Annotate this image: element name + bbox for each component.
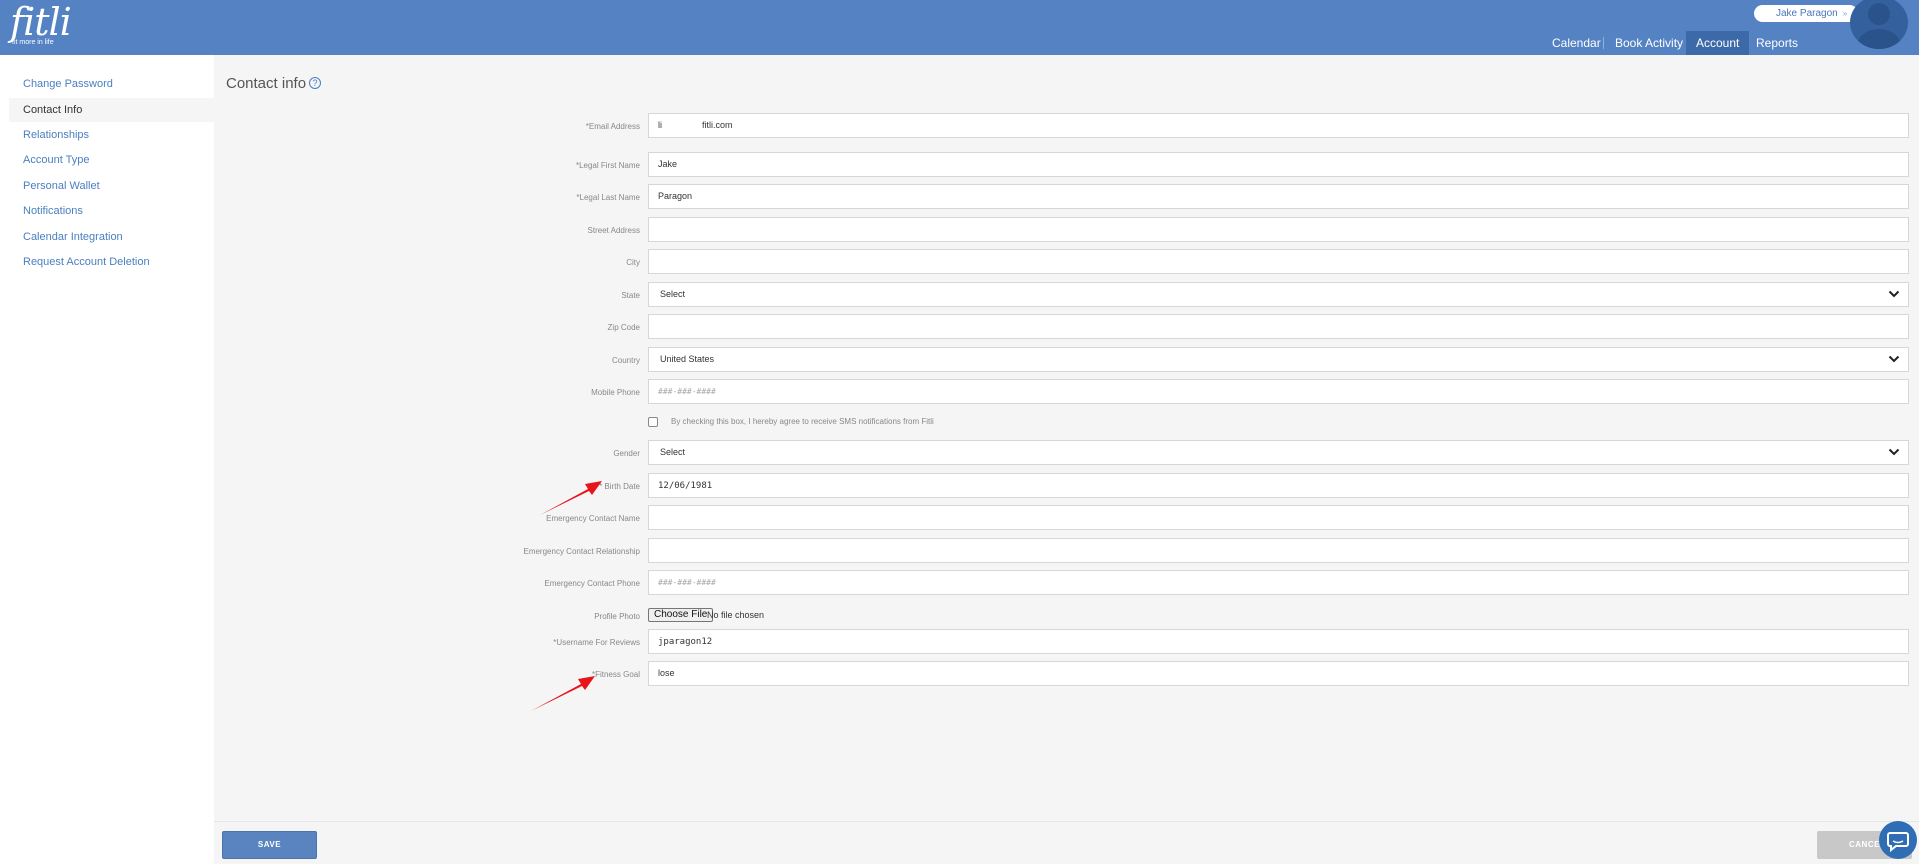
sidebar-item-calendar-integration[interactable]: Calendar Integration [9, 225, 214, 249]
sms-consent-checkbox[interactable] [648, 417, 658, 427]
user-name: Jake Paragon [1776, 8, 1838, 19]
gender-select[interactable]: Select [648, 440, 1909, 465]
username-label: *Username For Reviews [553, 638, 640, 647]
fitness-goal-field[interactable]: lose [648, 661, 1909, 686]
country-select[interactable]: United States [648, 347, 1909, 372]
emergency-contact-phone-field[interactable]: ###-###-#### [648, 570, 1909, 595]
annotation-arrow-icon [531, 676, 595, 711]
first-name-field[interactable]: Jake [648, 152, 1909, 177]
form-footer: SAVE CANCEL [214, 821, 1919, 864]
chat-bubble-icon [1887, 832, 1909, 853]
top-bar: fitli fit more in life Jake Paragon» Cal… [0, 0, 1919, 55]
email-label: *Email Address [585, 122, 640, 131]
chevron-down-icon [1888, 448, 1900, 456]
sidebar-item-change-password[interactable]: Change Password [9, 72, 214, 96]
emergency-contact-phone-placeholder: ###-###-#### [658, 578, 716, 587]
first-name-label: *Legal First Name [575, 161, 640, 170]
country-value: United States [660, 354, 715, 364]
zip-code-field[interactable] [648, 314, 1909, 339]
street-address-field[interactable] [648, 217, 1909, 242]
username-field[interactable]: jparagon12 [648, 629, 1909, 654]
first-name-value: Jake [658, 159, 678, 169]
state-label: State [621, 291, 640, 300]
sidebar-item-relationships[interactable]: Relationships [9, 123, 214, 147]
country-label: Country [611, 356, 640, 365]
emergency-contact-phone-label: Emergency Contact Phone [544, 579, 640, 588]
mobile-phone-label: Mobile Phone [591, 388, 640, 397]
gender-value: Select [660, 447, 686, 457]
annotation-arrow-icon [540, 481, 602, 515]
file-status-text: No file chosen [707, 610, 765, 620]
city-label: City [626, 258, 640, 267]
nav-book-activity[interactable]: Book Activity [1615, 31, 1683, 55]
state-select[interactable]: Select [648, 282, 1909, 307]
username-value: jparagon12 [658, 637, 713, 647]
sidebar-item-personal-wallet[interactable]: Personal Wallet [9, 174, 214, 198]
emergency-contact-name-field[interactable] [648, 505, 1909, 530]
mobile-phone-placeholder: ###-###-#### [658, 387, 716, 396]
profile-photo-label: Profile Photo [594, 612, 640, 621]
last-name-field[interactable]: Paragon [648, 184, 1909, 209]
street-label: Street Address [587, 226, 640, 235]
emergency-contact-relationship-label: Emergency Contact Relationship [523, 547, 640, 556]
email-field[interactable]: li fitli.com [648, 113, 1909, 138]
double-chevron-down-icon: » [1842, 9, 1848, 18]
sidebar-item-request-account-deletion[interactable]: Request Account Deletion [9, 250, 214, 274]
main-nav: Calendar Book Activity Account Reports [0, 31, 1919, 55]
zip-label: Zip Code [607, 323, 640, 332]
chevron-down-icon [1888, 355, 1900, 363]
page-title: Contact info? [226, 75, 322, 92]
sidebar-item-contact-info[interactable]: Contact Info [9, 98, 214, 122]
chat-support-button[interactable] [1879, 821, 1917, 859]
email-value: li fitli.com [658, 120, 733, 130]
nav-separator [1603, 37, 1604, 49]
gender-label: Gender [613, 449, 640, 458]
user-menu-button[interactable]: Jake Paragon » [1754, 5, 1858, 22]
state-value: Select [660, 289, 686, 299]
main-content: Contact info? *Email Address li fitli.co… [214, 55, 1919, 821]
last-name-value: Paragon [658, 191, 693, 201]
page-title-text: Contact info [226, 75, 307, 92]
sidebar: Change Password Contact Info Relationshi… [0, 55, 214, 864]
birth-date-field[interactable]: 12/06/1981 [648, 473, 1909, 498]
chevron-down-icon [1888, 290, 1900, 298]
sms-consent-label: By checking this box, I hereby agree to … [671, 417, 934, 426]
help-icon[interactable]: ? [309, 77, 322, 89]
choose-file-button[interactable]: Choose File [648, 608, 714, 622]
last-name-label: *Legal Last Name [576, 193, 640, 202]
nav-reports[interactable]: Reports [1756, 31, 1798, 55]
nav-calendar[interactable]: Calendar [1552, 31, 1601, 55]
sidebar-item-account-type[interactable]: Account Type [9, 148, 214, 172]
emergency-contact-relationship-field[interactable] [648, 538, 1909, 563]
sidebar-item-notifications[interactable]: Notifications [9, 199, 214, 223]
mobile-phone-field[interactable]: ###-###-#### [648, 379, 1909, 404]
city-field[interactable] [648, 249, 1909, 274]
fitness-goal-value: lose [658, 668, 675, 678]
birth-date-value: 12/06/1981 [658, 481, 713, 491]
save-button[interactable]: SAVE [222, 831, 317, 859]
nav-account[interactable]: Account [1686, 31, 1750, 55]
